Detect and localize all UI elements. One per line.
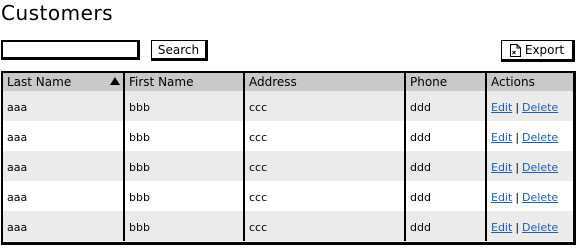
search-button-label: Search — [157, 42, 200, 57]
cell-first-name: bbb — [125, 151, 245, 181]
table-row: aaa bbb ccc ddd Edit | Delete — [3, 91, 573, 121]
table-row: aaa bbb ccc ddd Edit | Delete — [3, 121, 573, 151]
cell-address: ccc — [245, 181, 406, 211]
cell-last-name: aaa — [3, 181, 125, 211]
export-button[interactable]: Export — [501, 40, 575, 62]
cell-first-name: bbb — [125, 91, 245, 121]
cell-actions: Edit | Delete — [487, 151, 573, 181]
action-separator: | — [515, 191, 520, 204]
search-input[interactable] — [1, 40, 140, 60]
cell-last-name: aaa — [3, 151, 125, 181]
edit-link[interactable]: Edit — [491, 101, 512, 114]
cell-address: ccc — [245, 151, 406, 181]
edit-link[interactable]: Edit — [491, 131, 512, 144]
cell-last-name: aaa — [3, 211, 125, 241]
column-header-phone[interactable]: Phone — [406, 73, 487, 91]
delete-link[interactable]: Delete — [522, 161, 558, 174]
delete-link[interactable]: Delete — [522, 191, 558, 204]
cell-phone: ddd — [406, 151, 487, 181]
action-separator: | — [515, 131, 520, 144]
column-header-label: Last Name — [7, 75, 72, 89]
action-separator: | — [515, 101, 520, 114]
action-separator: | — [515, 221, 520, 234]
cell-address: ccc — [245, 91, 406, 121]
cell-first-name: bbb — [125, 211, 245, 241]
column-header-actions: Actions — [491, 75, 535, 89]
edit-link[interactable]: Edit — [491, 191, 512, 204]
table-header-row: Last Name First Name Address Phone Actio… — [3, 73, 573, 91]
column-header-first-name[interactable]: First Name — [125, 73, 245, 91]
document-export-icon — [509, 43, 521, 57]
cell-last-name: aaa — [3, 121, 125, 151]
cell-phone: ddd — [406, 211, 487, 241]
cell-actions: Edit | Delete — [487, 181, 573, 211]
cell-first-name: bbb — [125, 181, 245, 211]
cell-actions: Edit | Delete — [487, 121, 573, 151]
cell-last-name: aaa — [3, 91, 125, 121]
column-header-address[interactable]: Address — [245, 73, 406, 91]
cell-actions: Edit | Delete — [487, 91, 573, 121]
cell-address: ccc — [245, 121, 406, 151]
sort-ascending-icon — [110, 77, 120, 85]
delete-link[interactable]: Delete — [522, 221, 558, 234]
page-title: Customers — [1, 1, 114, 25]
search-button[interactable]: Search — [151, 40, 208, 61]
action-separator: | — [515, 161, 520, 174]
edit-link[interactable]: Edit — [491, 161, 512, 174]
export-button-label: Export — [524, 43, 565, 57]
cell-first-name: bbb — [125, 121, 245, 151]
edit-link[interactable]: Edit — [491, 221, 512, 234]
cell-phone: ddd — [406, 121, 487, 151]
table-row: aaa bbb ccc ddd Edit | Delete — [3, 181, 573, 211]
delete-link[interactable]: Delete — [522, 101, 558, 114]
column-header-last-name[interactable]: Last Name — [3, 73, 125, 91]
table-row: aaa bbb ccc ddd Edit | Delete — [3, 211, 573, 241]
cell-phone: ddd — [406, 181, 487, 211]
cell-phone: ddd — [406, 91, 487, 121]
delete-link[interactable]: Delete — [522, 131, 558, 144]
table-row: aaa bbb ccc ddd Edit | Delete — [3, 151, 573, 181]
customers-table: Last Name First Name Address Phone Actio… — [1, 71, 576, 245]
cell-actions: Edit | Delete — [487, 211, 573, 241]
cell-address: ccc — [245, 211, 406, 241]
